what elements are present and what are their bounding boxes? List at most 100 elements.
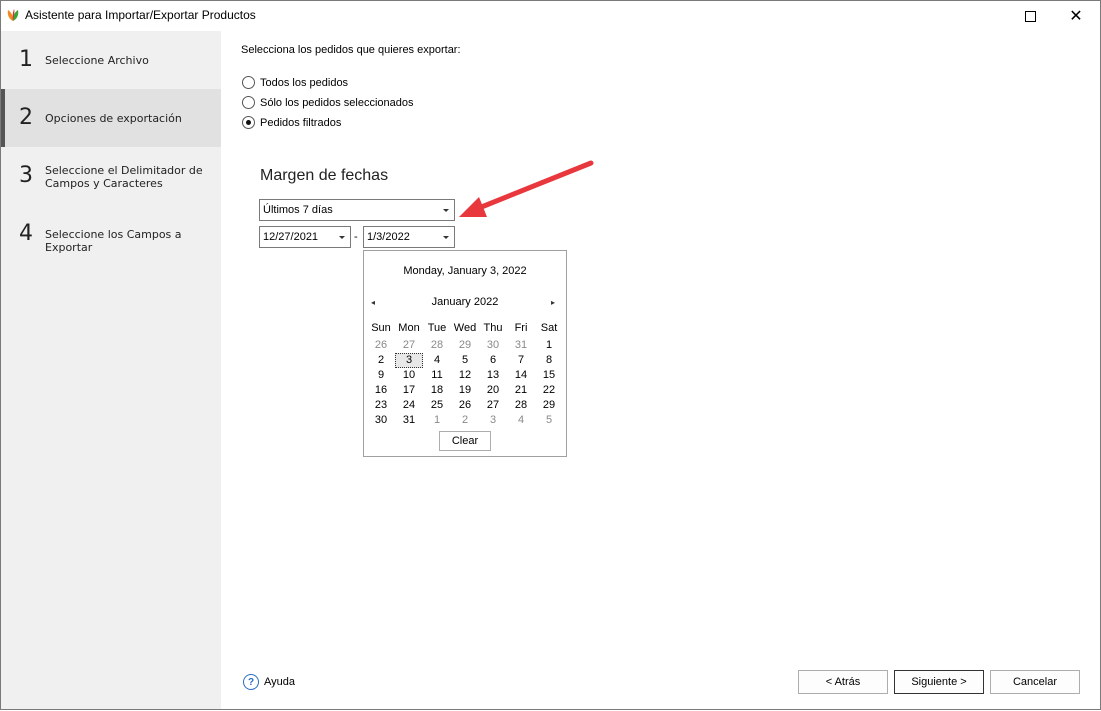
date-from-picker[interactable]: 12/27/2021 xyxy=(259,226,351,248)
step-label: Seleccione Archivo xyxy=(45,54,149,67)
calendar-day[interactable]: 22 xyxy=(535,383,563,398)
date-separator: - xyxy=(354,231,358,243)
weekday-row: Sun Mon Tue Wed Thu Fri Sat xyxy=(367,321,563,336)
calendar-week: 2 3 4 5 6 7 8 xyxy=(367,353,563,368)
calendar-day[interactable]: 30 xyxy=(367,413,395,428)
weekday-label: Thu xyxy=(483,322,503,334)
calendar-day[interactable]: 26 xyxy=(451,398,479,413)
radio-selected-orders[interactable]: Sólo los pedidos seleccionados xyxy=(242,96,414,109)
calendar-day[interactable]: 29 xyxy=(535,398,563,413)
weekday-label: Sun xyxy=(371,322,391,334)
maximize-icon xyxy=(1024,10,1036,22)
help-link[interactable]: ? Ayuda xyxy=(243,674,295,690)
wizard-window: Asistente para Importar/Exportar Product… xyxy=(0,0,1101,710)
calendar-day[interactable]: 8 xyxy=(535,353,563,368)
radio-label: Sólo los pedidos seleccionados xyxy=(260,96,414,109)
calendar-day[interactable]: 9 xyxy=(367,368,395,383)
calendar-day[interactable]: 14 xyxy=(507,368,535,383)
calendar-day[interactable]: 16 xyxy=(367,383,395,398)
calendar-day[interactable]: 21 xyxy=(507,383,535,398)
calendar-day[interactable]: 5 xyxy=(535,413,563,428)
radio-button[interactable] xyxy=(242,116,255,129)
help-label: Ayuda xyxy=(264,676,295,688)
radio-button[interactable] xyxy=(242,96,255,109)
calendar-day[interactable]: 31 xyxy=(507,338,535,353)
window-title: Asistente para Importar/Exportar Product… xyxy=(25,8,256,22)
calendar-day[interactable]: 30 xyxy=(479,338,507,353)
close-button[interactable]: ✕ xyxy=(1053,1,1099,31)
calendar-week: 26 27 28 29 30 31 1 xyxy=(367,338,563,353)
maximize-button[interactable] xyxy=(1007,1,1053,31)
calendar-day[interactable]: 11 xyxy=(423,368,451,383)
calendar-day[interactable]: 1 xyxy=(423,413,451,428)
calendar-day[interactable]: 1 xyxy=(535,338,563,353)
radio-label: Pedidos filtrados xyxy=(260,116,342,129)
date-to-value: 1/3/2022 xyxy=(367,231,410,243)
calendar-day[interactable]: 26 xyxy=(367,338,395,353)
clear-button[interactable]: Clear xyxy=(439,431,491,451)
calendar-day[interactable]: 5 xyxy=(451,353,479,368)
weekday-label: Wed xyxy=(453,322,477,334)
step-select-file[interactable]: 1 Seleccione Archivo xyxy=(1,31,221,89)
calendar-day[interactable]: 31 xyxy=(395,413,423,428)
calendar-day[interactable]: 20 xyxy=(479,383,507,398)
step-export-options[interactable]: 2 Opciones de exportación xyxy=(1,89,221,147)
calendar-day[interactable]: 23 xyxy=(367,398,395,413)
select-value: Últimos 7 días xyxy=(263,204,333,216)
calendar-month[interactable]: January 2022 xyxy=(364,296,566,308)
calendar-day[interactable]: 4 xyxy=(507,413,535,428)
calendar-week: 30 31 1 2 3 4 5 xyxy=(367,413,563,428)
calendar-day[interactable]: 13 xyxy=(479,368,507,383)
calendar-day[interactable]: 7 xyxy=(507,353,535,368)
radio-button[interactable] xyxy=(242,76,255,89)
calendar-day[interactable]: 18 xyxy=(423,383,451,398)
next-button[interactable]: Siguiente > xyxy=(894,670,984,694)
step-number: 4 xyxy=(19,221,33,246)
chevron-down-icon[interactable] xyxy=(443,209,449,212)
step-number: 2 xyxy=(19,105,33,130)
calendar-day[interactable]: 28 xyxy=(423,338,451,353)
radio-all-orders[interactable]: Todos los pedidos xyxy=(242,76,348,89)
calendar-grid: Sun Mon Tue Wed Thu Fri Sat 26 27 28 29 … xyxy=(367,321,563,428)
radio-filtered-orders[interactable]: Pedidos filtrados xyxy=(242,116,341,129)
step-label: Seleccione el Delimitador de Campos y Ca… xyxy=(45,164,203,190)
calendar-day[interactable]: 6 xyxy=(479,353,507,368)
calendar-day[interactable]: 27 xyxy=(479,398,507,413)
weekday-label: Tue xyxy=(427,322,447,334)
cancel-button[interactable]: Cancelar xyxy=(990,670,1080,694)
step-label: Seleccione los Campos a Exportar xyxy=(45,228,182,254)
weekday-label: Sat xyxy=(540,322,558,334)
chevron-down-icon[interactable] xyxy=(443,236,449,239)
app-logo-icon xyxy=(7,9,19,21)
step-delimiter[interactable]: 3 Seleccione el Delimitador de Campos y … xyxy=(1,147,221,211)
calendar-day[interactable]: 2 xyxy=(451,413,479,428)
step-number: 3 xyxy=(19,163,33,188)
calendar-day[interactable]: 2 xyxy=(367,353,395,368)
calendar-day[interactable]: 10 xyxy=(395,368,423,383)
calendar-day[interactable]: 4 xyxy=(423,353,451,368)
date-range-select[interactable]: Últimos 7 días xyxy=(259,199,455,221)
calendar-day[interactable]: 29 xyxy=(451,338,479,353)
calendar-selected-date[interactable]: Monday, January 3, 2022 xyxy=(364,265,566,277)
calendar-day[interactable]: 24 xyxy=(395,398,423,413)
back-button[interactable]: < Atrás xyxy=(798,670,888,694)
calendar-day[interactable]: 25 xyxy=(423,398,451,413)
date-to-picker[interactable]: 1/3/2022 xyxy=(363,226,455,248)
weekday-label: Fri xyxy=(514,322,528,334)
calendar-week: 23 24 25 26 27 28 29 xyxy=(367,398,563,413)
radio-label: Todos los pedidos xyxy=(260,76,349,89)
calendar-day[interactable]: 17 xyxy=(395,383,423,398)
calendar-day[interactable]: 3 xyxy=(479,413,507,428)
calendar-day[interactable]: 12 xyxy=(451,368,479,383)
next-month-icon[interactable]: ▸ xyxy=(551,298,555,307)
calendar-day[interactable]: 19 xyxy=(451,383,479,398)
calendar-day[interactable]: 27 xyxy=(395,338,423,353)
step-fields[interactable]: 4 Seleccione los Campos a Exportar xyxy=(1,211,221,261)
title-bar[interactable]: Asistente para Importar/Exportar Product… xyxy=(1,1,1100,31)
calendar-day[interactable]: 15 xyxy=(535,368,563,383)
help-icon: ? xyxy=(243,674,259,690)
chevron-down-icon[interactable] xyxy=(339,236,345,239)
calendar-day-selected[interactable]: 3 xyxy=(395,353,423,368)
calendar-day[interactable]: 28 xyxy=(507,398,535,413)
weekday-label: Mon xyxy=(398,322,420,334)
